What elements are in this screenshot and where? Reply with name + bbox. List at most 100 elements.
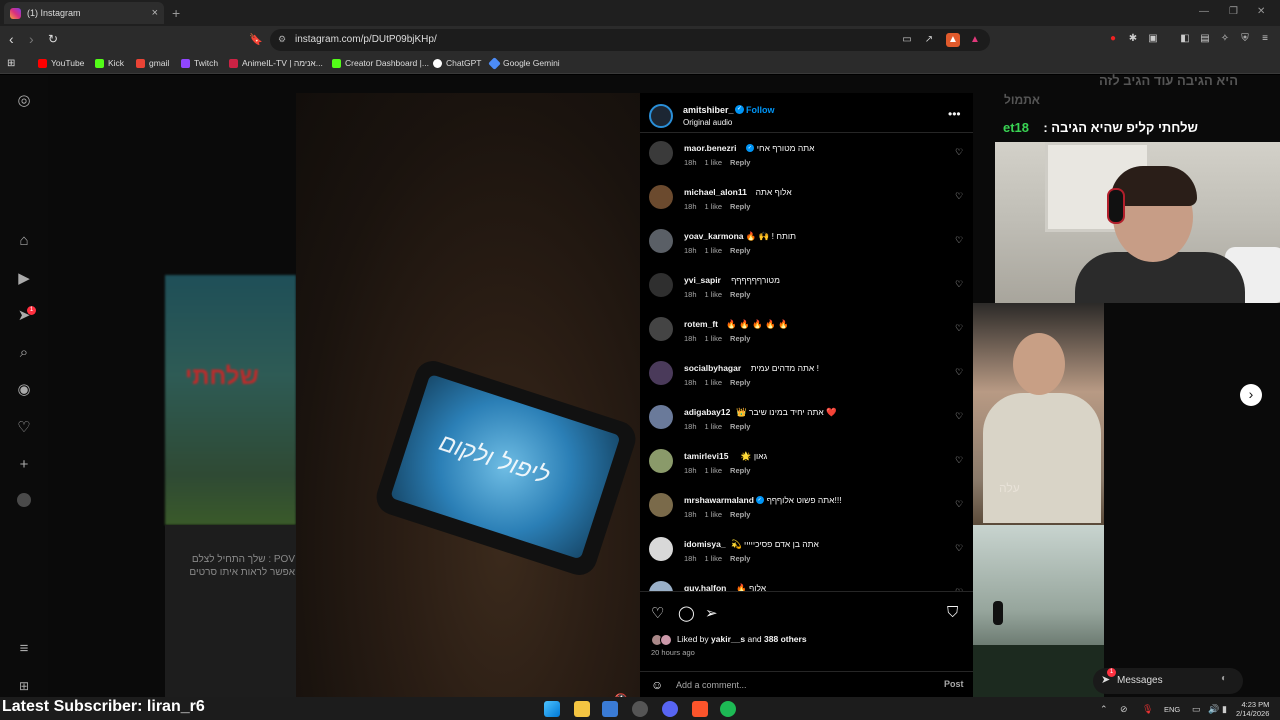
share-icon[interactable]: ↗	[922, 33, 936, 47]
apps-grid-icon[interactable]: ⊞	[7, 58, 15, 69]
more-options-icon[interactable]: •••	[948, 107, 961, 121]
tray-network-icon[interactable]: ⊘	[1120, 704, 1128, 715]
tray-chevron-icon[interactable]: ⌃	[1100, 704, 1108, 715]
background-reel-thumbnail[interactable]: עלה	[973, 303, 1104, 525]
post-video[interactable]: ליפול ולקום 🔇	[296, 93, 640, 697]
comment-like-icon[interactable]: ♡	[955, 279, 963, 290]
comment-likes[interactable]: 1 like	[705, 334, 723, 343]
profile-avatar[interactable]	[17, 493, 31, 507]
comment-like-icon[interactable]: ♡	[955, 499, 963, 510]
reply-button[interactable]: Reply	[730, 378, 750, 387]
bookmark-youtube[interactable]: YouTube	[38, 58, 84, 68]
site-info-icon[interactable]: ⚙	[278, 34, 286, 45]
bookmark-creator-dashboard[interactable]: Creator Dashboard |...	[332, 58, 429, 68]
brave-rewards-icon[interactable]: ▲	[968, 33, 982, 47]
comment-like-icon[interactable]: ♡	[955, 367, 963, 378]
tray-language[interactable]: ENG	[1164, 705, 1180, 714]
brave-icon[interactable]	[692, 701, 708, 717]
spotify-icon[interactable]	[720, 701, 736, 717]
comment-likes[interactable]: 1 like	[705, 378, 723, 387]
commenter-username[interactable]: mrshawarmaland	[684, 495, 754, 505]
commenter-avatar[interactable]	[649, 273, 673, 297]
bookmark-page-icon[interactable]: 🔖	[249, 33, 263, 46]
close-tab-icon[interactable]: ×	[152, 7, 158, 19]
commenter-username[interactable]: rotem_ft	[684, 319, 718, 329]
tray-mic-icon[interactable]: 🎙	[1142, 704, 1153, 715]
commenter-avatar[interactable]	[649, 581, 673, 591]
comment-input[interactable]	[676, 678, 926, 692]
brave-shields-icon[interactable]: ▲	[946, 33, 960, 47]
author-username[interactable]: amitshiber_	[683, 105, 734, 115]
comment-likes[interactable]: 1 like	[705, 246, 723, 255]
next-post-button[interactable]: ›	[1240, 384, 1262, 406]
liked-by-text[interactable]: Liked by yakir__s and 388 others	[677, 634, 807, 644]
new-tab-button[interactable]: +	[172, 5, 180, 21]
post-comment-button[interactable]: Post	[944, 679, 964, 689]
discord-icon[interactable]	[662, 701, 678, 717]
commenter-avatar[interactable]	[649, 405, 673, 429]
commenter-username[interactable]: tamirlevi15	[684, 451, 728, 461]
address-bar[interactable]: ⚙ instagram.com/p/DUtP09bjKHp/ ▭ ↗ ▲ ▲	[270, 29, 990, 51]
also-from-meta-icon[interactable]: ⊞	[15, 677, 33, 695]
extension-box-icon[interactable]: ▣	[1146, 32, 1160, 46]
back-icon[interactable]: ‹	[9, 31, 14, 47]
commenter-avatar[interactable]	[649, 449, 673, 473]
reply-button[interactable]: Reply	[730, 158, 750, 167]
commenter-avatar[interactable]	[649, 361, 673, 385]
reply-button[interactable]: Reply	[730, 466, 750, 475]
commenter-username[interactable]: idomisya_	[684, 539, 726, 549]
commenter-avatar[interactable]	[649, 185, 673, 209]
bookmark-kick[interactable]: Kick	[95, 58, 124, 68]
cast-icon[interactable]: ▭	[900, 33, 914, 47]
messages-button[interactable]: ➤ 1 Messages ◐	[1093, 668, 1243, 694]
commenter-avatar[interactable]	[649, 229, 673, 253]
comment-like-icon[interactable]: ♡	[955, 411, 963, 422]
original-audio-link[interactable]: Original audio	[683, 118, 732, 127]
create-icon[interactable]: +	[15, 456, 33, 474]
start-icon[interactable]	[544, 701, 560, 717]
comment-like-icon[interactable]: ♡	[955, 455, 963, 466]
comment-likes[interactable]: 1 like	[705, 510, 723, 519]
explore-icon[interactable]: ◉	[15, 381, 33, 399]
extensions-icon[interactable]: ✱	[1126, 32, 1140, 46]
reply-button[interactable]: Reply	[730, 290, 750, 299]
instagram-logo-icon[interactable]: ◎	[15, 92, 33, 110]
tray-volume-icon[interactable]: 🔊	[1208, 704, 1219, 715]
commenter-username[interactable]: maor.benezri	[684, 143, 736, 153]
forward-icon[interactable]: ›	[29, 31, 34, 47]
minimize-icon[interactable]: —	[1199, 6, 1209, 17]
tray-clock[interactable]: 4:23 PM 2/14/2026	[1236, 700, 1269, 718]
comment-like-icon[interactable]: ♡	[955, 235, 963, 246]
leo-ai-icon[interactable]: ✧	[1218, 32, 1232, 46]
commenter-avatar[interactable]	[649, 317, 673, 341]
background-post-thumbnail[interactable]: POV : שלך התחיל לצלם אפשר לראות איתו סרט…	[165, 525, 296, 697]
extension-record-icon[interactable]: ●	[1106, 32, 1120, 46]
bookmark-animeil[interactable]: AnimeIL-TV | אנימה...	[229, 58, 323, 68]
file-explorer-icon[interactable]	[574, 701, 590, 717]
sidebar-icon[interactable]: ◧	[1178, 32, 1192, 46]
reply-button[interactable]: Reply	[730, 554, 750, 563]
comment-likes[interactable]: 1 like	[705, 290, 723, 299]
liked-by-others[interactable]: 388 others	[764, 634, 807, 644]
author-avatar[interactable]	[649, 104, 673, 128]
vpn-icon[interactable]: ⛨	[1238, 32, 1252, 46]
comment-likes[interactable]: 1 like	[705, 202, 723, 211]
follow-button[interactable]: Follow	[746, 105, 775, 115]
heart-icon[interactable]: ♡	[15, 419, 33, 437]
share-post-icon[interactable]: ➢	[705, 604, 718, 622]
commenter-avatar[interactable]	[649, 537, 673, 561]
reload-icon[interactable]: ↻	[48, 32, 58, 46]
tray-battery-icon[interactable]: ▮	[1222, 704, 1227, 715]
comment-likes[interactable]: 1 like	[705, 466, 723, 475]
liked-by-user[interactable]: yakir__s	[711, 634, 745, 644]
emoji-icon[interactable]: ☺	[651, 678, 663, 692]
comment-icon[interactable]: ◯	[678, 604, 695, 622]
bookmark-gmail[interactable]: gmail	[136, 58, 169, 68]
more-menu-icon[interactable]: ≡	[15, 640, 33, 658]
search-icon[interactable]: ⌕	[15, 344, 33, 362]
commenter-username[interactable]: guy.halfon	[684, 583, 726, 591]
reply-button[interactable]: Reply	[730, 510, 750, 519]
restore-icon[interactable]: ❐	[1229, 6, 1238, 17]
comment-likes[interactable]: 1 like	[705, 158, 723, 167]
reels-icon[interactable]: ▶	[15, 270, 33, 288]
